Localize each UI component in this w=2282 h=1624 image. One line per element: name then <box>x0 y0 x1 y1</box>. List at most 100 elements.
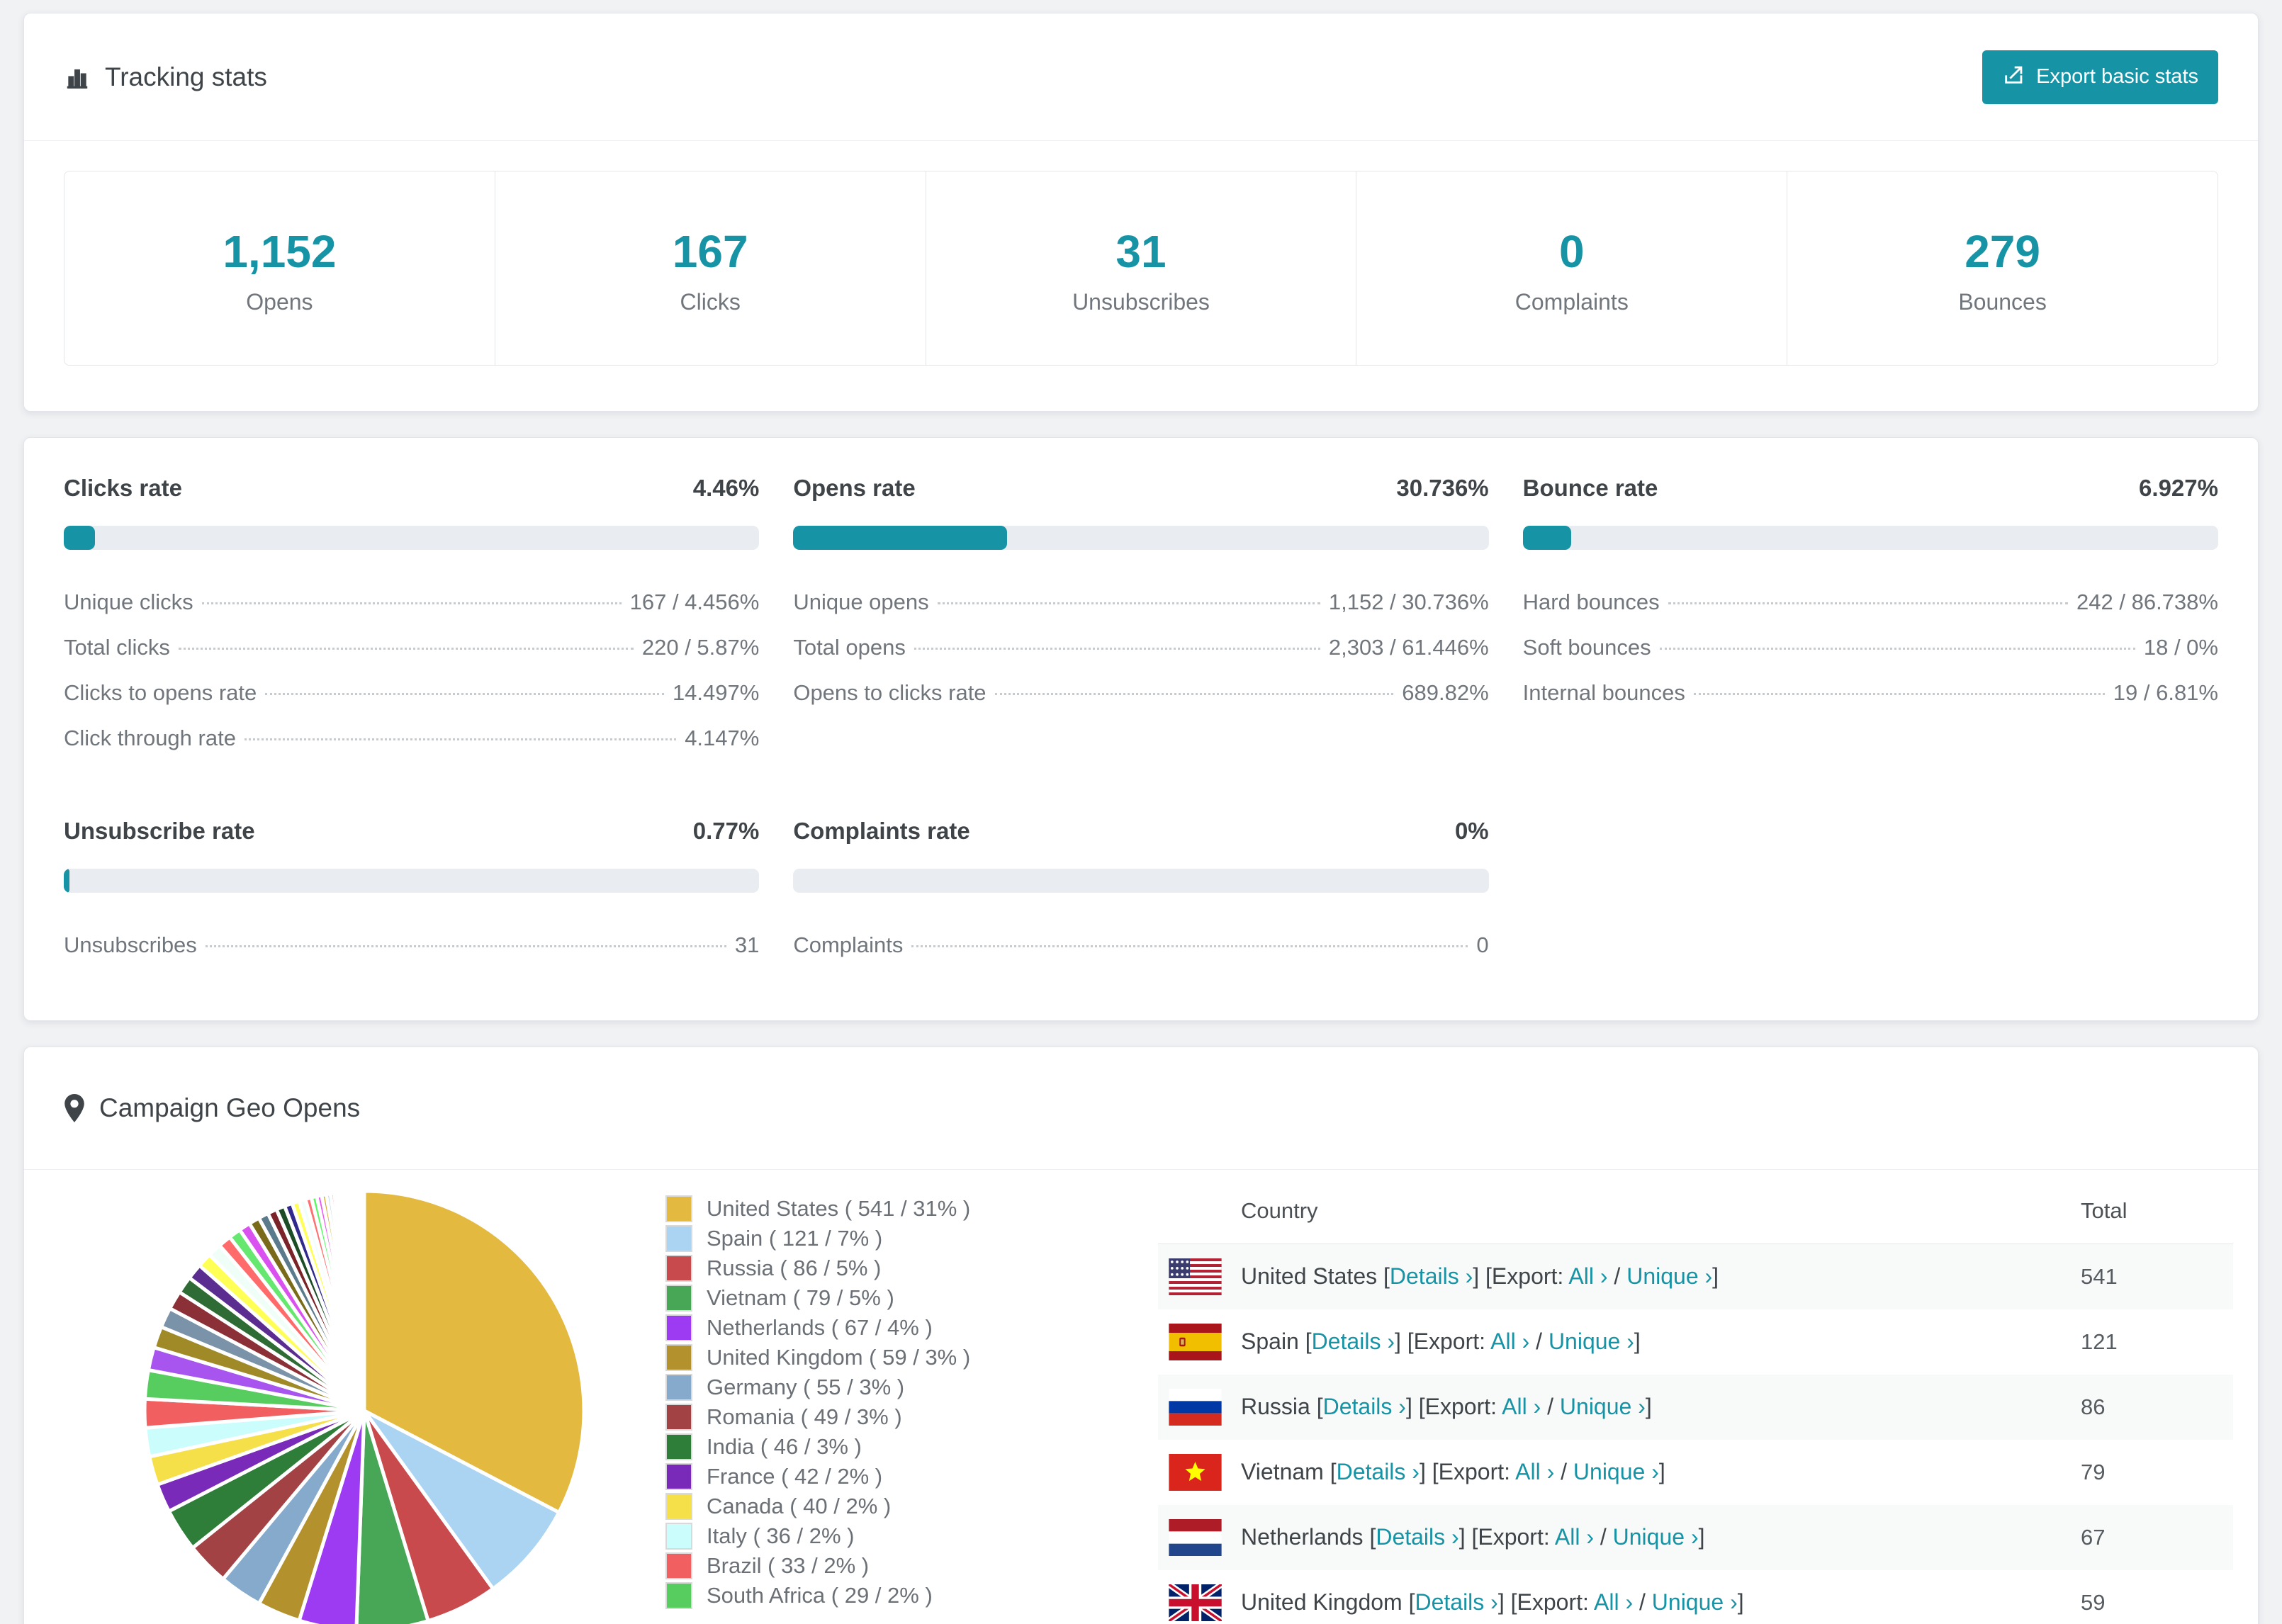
dotted-leader <box>1668 602 2069 605</box>
details-link[interactable]: Details › <box>1390 1263 1473 1289</box>
export-all-link[interactable]: All › <box>1502 1394 1541 1419</box>
summary-value: 0 <box>1558 226 1585 278</box>
rate-row-label: Hard bounces <box>1522 590 1660 615</box>
rate-value: 0% <box>1454 818 1489 845</box>
rate-row-value: 2,303 / 61.446% <box>1328 635 1489 660</box>
legend-item: Netherlands ( 67 / 4% ) <box>665 1313 1006 1343</box>
legend-item: Spain ( 121 / 7% ) <box>665 1224 1006 1253</box>
legend-swatch <box>665 1224 692 1252</box>
summary-unsubscribes: 31 Unsubscribes <box>925 171 1356 366</box>
rate-row-label: Complaints <box>793 932 904 958</box>
rate-block-clicks-rate: Clicks rate 4.46% Unique clicks 167 / 4.456… <box>64 475 760 761</box>
rate-row-value: 167 / 4.456% <box>629 590 760 615</box>
export-button-label: Export basic stats <box>2036 65 2198 89</box>
export-unique-link[interactable]: Unique › <box>1548 1329 1634 1354</box>
page-title: Tracking stats <box>64 62 267 92</box>
export-icon <box>2002 62 2026 92</box>
legend-item: France ( 42 / 2% ) <box>665 1462 1006 1492</box>
rate-row: Total opens 2,303 / 61.446% <box>793 625 1488 670</box>
total-cell: 79 <box>2081 1459 2106 1484</box>
rate-row: Opens to clicks rate 689.82% <box>793 670 1488 716</box>
rate-progress-fill <box>793 526 1007 551</box>
details-link[interactable]: Details › <box>1312 1329 1395 1354</box>
summary-label: Bounces <box>1958 289 2047 315</box>
rate-row-value: 19 / 6.81% <box>2113 680 2218 706</box>
legend-label: Spain ( 121 / 7% ) <box>707 1225 883 1251</box>
legend-label: France ( 42 / 2% ) <box>707 1463 883 1489</box>
summary-value: 31 <box>1115 226 1167 278</box>
country-cell: Spain [Details ›] [Export: All › / Uniqu… <box>1241 1329 1641 1355</box>
details-link[interactable]: Details › <box>1415 1589 1497 1615</box>
rate-value: 30.736% <box>1396 475 1489 502</box>
country-cell: United Kingdom [Details ›] [Export: All … <box>1241 1589 1744 1615</box>
legend-swatch <box>665 1343 692 1371</box>
rates-card: Clicks rate 4.46% Unique clicks 167 / 4.456… <box>23 437 2259 1022</box>
legend-label: United States ( 541 / 31% ) <box>707 1195 971 1221</box>
legend-item: Italy ( 36 / 2% ) <box>665 1521 1006 1551</box>
summary-clicks: 167 Clicks <box>494 171 926 366</box>
rate-row-label: Total opens <box>793 635 906 660</box>
legend-label: United Kingdom ( 59 / 3% ) <box>707 1344 971 1370</box>
rate-title: Complaints rate <box>793 818 970 845</box>
dotted-leader <box>1659 648 2135 650</box>
legend-item: Canada ( 40 / 2% ) <box>665 1492 1006 1521</box>
dotted-leader <box>205 945 726 948</box>
legend-label: India ( 46 / 3% ) <box>707 1433 862 1459</box>
rate-progress-bar <box>64 869 760 893</box>
legend-item: Vietnam ( 79 / 5% ) <box>665 1283 1006 1313</box>
legend-label: Vietnam ( 79 / 5% ) <box>707 1285 894 1310</box>
export-all-link[interactable]: All › <box>1568 1263 1607 1289</box>
export-basic-stats-button[interactable]: Export basic stats <box>1982 50 2218 104</box>
legend-item: Germany ( 55 / 3% ) <box>665 1372 1006 1402</box>
rate-row: Click through rate 4.147% <box>64 716 759 761</box>
tracking-stats-header: Tracking stats Export basic stats <box>24 13 2258 140</box>
dotted-leader <box>1693 693 2105 696</box>
summary-label: Opens <box>246 289 313 315</box>
rate-row-label: Unique clicks <box>64 590 193 615</box>
rate-row-label: Opens to clicks rate <box>793 680 987 706</box>
export-all-link[interactable]: All › <box>1555 1524 1594 1550</box>
rate-row: Unique opens 1,152 / 30.736% <box>793 580 1488 625</box>
rate-progress-bar <box>1522 526 2218 551</box>
flag-gb-icon <box>1169 1584 1222 1621</box>
summary-label: Complaints <box>1514 289 1629 315</box>
rate-value: 4.46% <box>692 475 760 502</box>
legend-label: Russia ( 86 / 5% ) <box>707 1255 882 1280</box>
details-link[interactable]: Details › <box>1376 1524 1458 1550</box>
export-all-link[interactable]: All › <box>1594 1589 1633 1615</box>
rate-block-opens-rate: Opens rate 30.736% Unique opens 1,152 / 30.… <box>793 475 1489 761</box>
rate-value: 6.927% <box>2139 475 2218 502</box>
flag-vn-icon <box>1169 1453 1222 1491</box>
rate-row: Hard bounces 242 / 86.738% <box>1523 580 2218 625</box>
rate-row-value: 242 / 86.738% <box>2076 590 2218 615</box>
summary-value: 1,152 <box>223 226 337 278</box>
rate-row-value: 31 <box>734 932 760 958</box>
export-unique-link[interactable]: Unique › <box>1652 1589 1738 1615</box>
export-unique-link[interactable]: Unique › <box>1626 1263 1712 1289</box>
rate-progress-fill <box>64 869 69 893</box>
rate-row-value: 220 / 5.87% <box>641 635 760 660</box>
header-divider <box>24 140 2258 142</box>
geo-content: United States ( 541 / 31% ) Spain ( 121 /… <box>24 1170 2258 1624</box>
page: Tracking stats Export basic stats 1,152 O… <box>0 0 2282 1624</box>
export-unique-link[interactable]: Unique › <box>1560 1394 1646 1419</box>
rate-progress-fill <box>64 526 95 551</box>
legend-item: United Kingdom ( 59 / 3% ) <box>665 1343 1006 1372</box>
details-link[interactable]: Details › <box>1337 1459 1420 1484</box>
flag-ru-icon <box>1169 1388 1222 1426</box>
country-cell: United States [Details ›] [Export: All ›… <box>1241 1263 1719 1290</box>
summary-value: 279 <box>1965 226 2040 278</box>
export-unique-link[interactable]: Unique › <box>1573 1459 1659 1484</box>
total-cell: 86 <box>2081 1394 2106 1419</box>
dotted-leader <box>244 738 677 741</box>
export-unique-link[interactable]: Unique › <box>1613 1524 1699 1550</box>
rate-title: Opens rate <box>793 475 916 502</box>
legend-label: Brazil ( 33 / 2% ) <box>707 1552 870 1578</box>
export-all-link[interactable]: All › <box>1515 1459 1554 1484</box>
details-link[interactable]: Details › <box>1323 1394 1406 1419</box>
geo-title-label: Campaign Geo Opens <box>99 1093 361 1123</box>
summary-stats: 1,152 Opens 167 Clicks 31 Unsubscribes 0 Compla… <box>64 171 2218 366</box>
rate-row-value: 4.147% <box>685 726 760 751</box>
table-row-vietnam: Vietnam [Details ›] [Export: All › / Uni… <box>1158 1440 2233 1505</box>
export-all-link[interactable]: All › <box>1490 1329 1529 1354</box>
